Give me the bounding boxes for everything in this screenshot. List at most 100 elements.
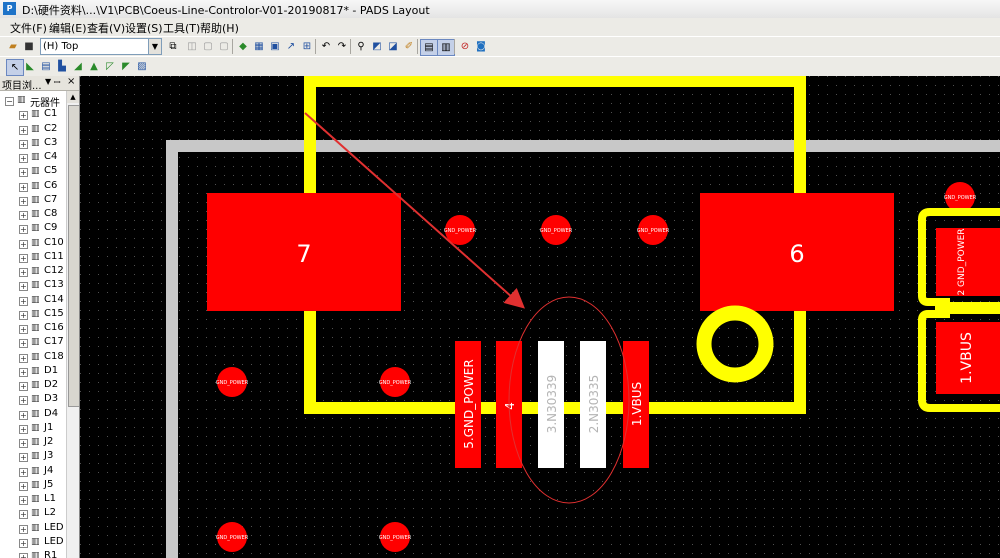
select-mode-icon[interactable]: ▤: [420, 39, 438, 56]
expand-icon[interactable]: +: [19, 481, 28, 491]
collapse-icon[interactable]: −: [5, 97, 14, 106]
tree-item[interactable]: + ▥ C2: [0, 123, 66, 137]
menu-tools[interactable]: 工具(T): [163, 20, 200, 36]
tree-item[interactable]: + ▥ LED: [0, 536, 66, 550]
expand-icon[interactable]: +: [19, 339, 28, 349]
expand-icon[interactable]: +: [19, 524, 28, 534]
tree-item[interactable]: + ▥ LED: [0, 522, 66, 536]
expand-icon[interactable]: +: [19, 538, 28, 548]
expand-icon[interactable]: +: [19, 367, 28, 377]
tree-item[interactable]: + ▥ C16: [0, 322, 66, 336]
expand-icon[interactable]: +: [19, 182, 28, 192]
expand-icon[interactable]: +: [19, 382, 28, 391]
expand-icon[interactable]: +: [19, 196, 28, 206]
expand-icon[interactable]: +: [19, 282, 28, 292]
tree-item[interactable]: + ▥ C9: [0, 222, 66, 236]
cancel-icon[interactable]: ⊘: [457, 39, 473, 54]
expand-icon[interactable]: +: [19, 325, 28, 334]
filter-icon[interactable]: ▥: [437, 39, 455, 56]
tree-root-components[interactable]: − ▥ 元器件: [0, 94, 66, 109]
undo-icon[interactable]: ↶: [318, 39, 334, 54]
route-icon[interactable]: ◆: [235, 39, 251, 54]
expand-icon[interactable]: +: [19, 268, 28, 277]
help-icon[interactable]: ◙: [473, 39, 489, 54]
side-pad-2[interactable]: [936, 228, 1000, 296]
tree-item[interactable]: + ▥ C18: [0, 351, 66, 365]
menu-file[interactable]: 文件(F): [10, 20, 47, 36]
expand-icon[interactable]: +: [19, 168, 28, 178]
drc-icon[interactable]: ▦: [251, 39, 267, 54]
tree-item[interactable]: + ▥ C6: [0, 180, 66, 194]
expand-icon[interactable]: +: [19, 154, 28, 163]
expand-icon[interactable]: +: [19, 424, 28, 434]
menu-view[interactable]: 查看(V): [87, 20, 125, 36]
tree-item[interactable]: + ▥ L2: [0, 507, 66, 521]
expand-icon[interactable]: +: [19, 310, 28, 320]
tree-item[interactable]: + ▥ J5: [0, 479, 66, 493]
tree-item[interactable]: + ▥ J1: [0, 422, 66, 436]
expand-icon[interactable]: +: [19, 239, 28, 249]
tree-item[interactable]: + ▥ C15: [0, 308, 66, 322]
tree-item[interactable]: + ▥ C10: [0, 237, 66, 251]
expand-icon[interactable]: +: [19, 453, 28, 463]
expand-icon[interactable]: +: [19, 225, 28, 235]
menu-setup[interactable]: 设置(S): [125, 20, 163, 36]
expand-icon[interactable]: +: [19, 139, 28, 149]
tree-item[interactable]: + ▥ C4: [0, 151, 66, 165]
tree-item[interactable]: + ▥ C8: [0, 208, 66, 222]
tree-item[interactable]: + ▥ D2: [0, 379, 66, 393]
redraw-icon[interactable]: ✐: [401, 39, 417, 54]
expand-icon[interactable]: +: [19, 253, 28, 263]
cycle-icon[interactable]: ◫: [184, 39, 200, 54]
layer-select[interactable]: (H) Top ▼: [40, 38, 162, 55]
expand-icon[interactable]: +: [19, 439, 28, 448]
tree-item[interactable]: + ▥ J2: [0, 436, 66, 450]
tree-item[interactable]: + ▥ D4: [0, 408, 66, 422]
auto-route-icon[interactable]: ◤: [118, 59, 134, 74]
tree-item[interactable]: + ▥ D3: [0, 393, 66, 407]
zoom-icon[interactable]: ⚲: [353, 39, 369, 54]
scroll-thumb[interactable]: [68, 105, 79, 407]
expand-icon[interactable]: +: [19, 296, 28, 306]
design-icon[interactable]: ▣: [267, 39, 283, 54]
expand-icon[interactable]: +: [19, 410, 28, 420]
tree-item[interactable]: + ▥ J4: [0, 465, 66, 479]
open-folder-icon[interactable]: ▰: [5, 39, 21, 54]
measure-icon[interactable]: ↗: [283, 39, 299, 54]
close-icon[interactable]: ×: [67, 76, 75, 87]
pour-icon[interactable]: ◸: [102, 59, 118, 74]
view-board-icon[interactable]: ◪: [385, 39, 401, 54]
display-icon[interactable]: ▢: [200, 39, 216, 54]
tree-item[interactable]: + ▥ C3: [0, 137, 66, 151]
tree-item[interactable]: + ▥ C14: [0, 294, 66, 308]
pin-icon[interactable]: ꟷ: [54, 77, 61, 88]
tree-item[interactable]: + ▥ C13: [0, 279, 66, 293]
save-icon[interactable]: ■: [21, 39, 37, 54]
expand-icon[interactable]: +: [19, 211, 28, 220]
component-place-icon[interactable]: ▤: [38, 59, 54, 74]
copper-icon[interactable]: ▲: [86, 59, 102, 74]
expand-icon[interactable]: +: [19, 496, 28, 505]
route-net-icon[interactable]: ◢: [70, 59, 86, 74]
expand-icon[interactable]: +: [19, 111, 28, 121]
scroll-up-icon[interactable]: ▲: [67, 91, 79, 103]
expand-icon[interactable]: +: [19, 553, 28, 558]
menu-edit[interactable]: 编辑(E): [49, 20, 87, 36]
expand-icon[interactable]: +: [19, 125, 28, 135]
view-icon[interactable]: ◩: [369, 39, 385, 54]
layout-icon[interactable]: ▨: [134, 59, 150, 74]
tree-item[interactable]: + ▥ R1: [0, 550, 66, 558]
redo-icon[interactable]: ↷: [334, 39, 350, 54]
expand-icon[interactable]: +: [19, 396, 28, 406]
panel-menu-icon[interactable]: ▼: [45, 77, 51, 86]
tree-item[interactable]: + ▥ D1: [0, 365, 66, 379]
board-icon[interactable]: ▢: [216, 39, 232, 54]
tree-item[interactable]: + ▥ C12: [0, 265, 66, 279]
expand-icon[interactable]: +: [19, 467, 28, 477]
tree-item[interactable]: + ▥ C17: [0, 336, 66, 350]
place-icon[interactable]: ◣: [22, 59, 38, 74]
tree-item[interactable]: + ▥ J3: [0, 450, 66, 464]
tree-item[interactable]: + ▥ C11: [0, 251, 66, 265]
panel-scrollbar[interactable]: ▲: [66, 91, 79, 558]
tree-item[interactable]: + ▥ L1: [0, 493, 66, 507]
